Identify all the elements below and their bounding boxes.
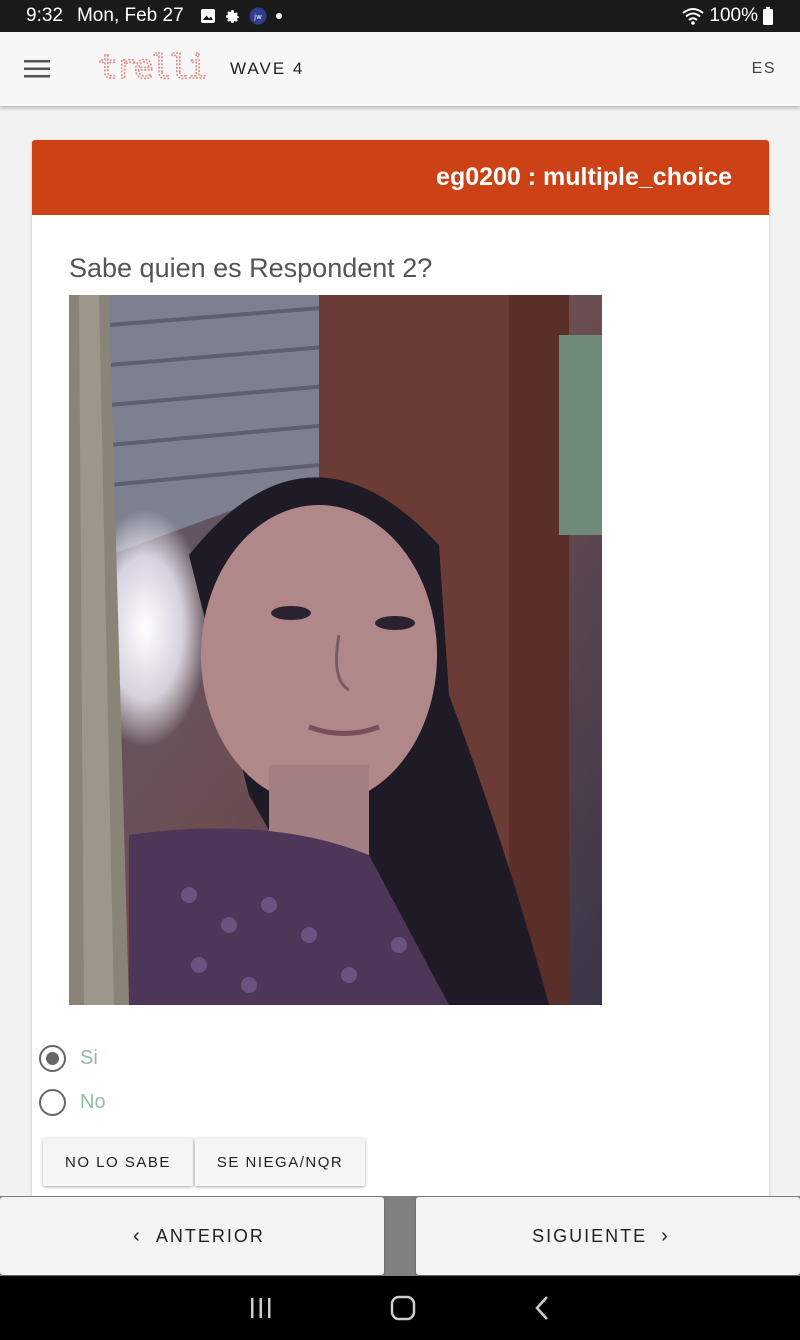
back-icon[interactable] [533,1295,551,1321]
status-time: 9:32 [26,5,63,26]
home-icon[interactable] [390,1295,416,1321]
previous-label: ANTERIOR [155,1225,265,1246]
menu-button[interactable] [0,32,74,106]
battery-icon [763,7,773,25]
wifi-icon [682,8,705,25]
recent-apps-icon[interactable] [249,1297,273,1319]
survey-navigation: ‹ ANTERIOR SIGUIENTE › [0,1196,800,1276]
option-label: No [80,1090,106,1113]
respondent-photo [69,295,602,1005]
option-label: Si [80,1046,98,1069]
radio-selected[interactable] [39,1044,66,1072]
chevron-left-icon: ‹ [133,1224,142,1247]
question-header: eg0200 : multiple_choice [32,140,769,215]
chevron-right-icon: › [661,1224,670,1247]
next-button[interactable]: SIGUIENTE › [416,1197,800,1275]
option-si[interactable]: Si [39,1036,106,1080]
settings-gear-icon [225,9,239,23]
next-label: SIGUIENTE [532,1225,648,1246]
status-date: Mon, Feb 27 [76,5,184,26]
dot-icon [275,13,282,19]
app-bar: trellis WAVE 4 ES [0,32,800,106]
app-icon: jw [249,7,267,25]
radio-unselected[interactable] [39,1088,66,1116]
option-no[interactable]: No [39,1080,106,1124]
question-card: eg0200 : multiple_choice Sabe quien es R… [32,140,769,1200]
trellis-logo: trellis [96,46,226,92]
special-answer-buttons: NO LO SABE SE NIEGA/NQR [43,1138,366,1186]
svg-text:jw: jw [253,13,262,21]
previous-button[interactable]: ‹ ANTERIOR [0,1197,384,1275]
status-bar: 9:32 Mon, Feb 27 jw 100% [0,0,800,32]
battery-percent: 100% [709,5,758,26]
hamburger-menu-icon [24,60,50,78]
language-toggle[interactable]: ES [752,60,776,78]
question-id-type: eg0200 : multiple_choice [436,163,732,191]
question-text: Sabe quien es Respondent 2? [69,253,433,283]
gallery-icon [200,9,215,23]
refuse-button[interactable]: SE NIEGA/NQR [194,1138,366,1186]
svg-text:trellis: trellis [98,47,208,86]
survey-title: WAVE 4 [230,59,305,78]
system-nav-bar [0,1276,800,1340]
answer-options: Si No [39,1036,106,1124]
dont-know-button[interactable]: NO LO SABE [43,1138,193,1186]
